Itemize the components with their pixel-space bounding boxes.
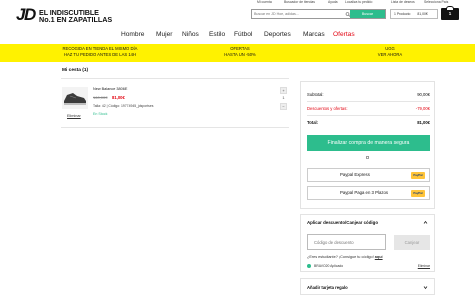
remove-item-link[interactable]: Eliminar [67, 114, 81, 118]
nav-marcas[interactable]: Marcas [303, 31, 325, 38]
qty-plus-button[interactable]: + [280, 87, 287, 94]
search-input[interactable] [254, 10, 344, 18]
gift-card-header: Añadir tarjeta regalo [307, 285, 348, 290]
old-price: 160,00€ [93, 95, 108, 100]
remove-code-link[interactable]: Eliminar [418, 264, 430, 268]
main-nav: Hombre Mujer Niños Estilo Fútbol Deporte… [0, 31, 475, 41]
product-image[interactable] [62, 87, 88, 109]
cart-total: 81,00€ [417, 12, 428, 16]
apply-code-button[interactable]: Canjear [394, 235, 430, 250]
paypal-3-label: Paypal Paga en 3 Plazos [340, 190, 389, 195]
discount-label: Descuentos y ofertas: [307, 106, 348, 111]
total-row: Total: 81,00€ [307, 120, 430, 125]
nav-ofertas[interactable]: Ofertas [333, 31, 355, 38]
logo-mark: JD [16, 5, 36, 24]
nav-deportes[interactable]: Deportes [264, 31, 291, 38]
discount-row: Descuentos y ofertas: -79,00€ [307, 106, 430, 111]
divider [61, 127, 289, 128]
country-select-link[interactable]: Selecciona País [424, 0, 448, 4]
chevron-down-icon[interactable] [423, 285, 428, 290]
promo-ugg[interactable]: UGG VER AHORA [340, 46, 440, 57]
divider [307, 115, 430, 116]
promo-banner: RECOGIDA EN TIENDA EL MISMO DÍA HAZ TU P… [0, 44, 475, 62]
product-name[interactable]: New Balance 3806E [93, 87, 127, 91]
stock-status: En Stock [93, 112, 108, 116]
promo-line: VER AHORA [377, 51, 403, 57]
bag-icon[interactable]: 1 [441, 6, 459, 20]
checkout-button[interactable]: Finalizar compra de manera segura [307, 135, 430, 151]
promo-ofertas[interactable]: OFERTAS HASTA UN -50% [190, 46, 290, 57]
discount-value: -79,00€ [415, 106, 430, 111]
help-link[interactable]: Ayuda [328, 0, 338, 4]
cart-title: Mi cesta (1) [62, 68, 89, 73]
nav-ninos[interactable]: Niños [182, 31, 199, 38]
check-icon [307, 264, 311, 268]
store-finder-link[interactable]: Buscador de tiendas [284, 0, 315, 4]
paypal-3-plazos-button[interactable]: Paypal Paga en 3 Plazos PayPal [307, 186, 430, 200]
discount-code-input[interactable] [307, 234, 386, 250]
promo-line: HAZ TU PEDIDO ANTES DE LAS 14H [63, 51, 137, 57]
discount-header[interactable]: Aplicar descuento/Canjear código [307, 220, 378, 225]
paypal-express-button[interactable]: Paypal Express PayPal [307, 168, 430, 182]
product-meta: Talla: 42 | Código: 19774945_jdsportses [93, 104, 154, 108]
subtotal-value: 90,00€ [417, 92, 430, 97]
quantity-stepper: + 1 − [280, 87, 287, 111]
divider [61, 78, 289, 79]
divider [307, 101, 430, 102]
header-cart-summary[interactable]: 1 Producto 81,00€ [390, 9, 438, 19]
student-link[interactable]: aquí [375, 255, 383, 259]
bag-count: 1 [448, 11, 452, 16]
gift-card-panel[interactable]: Añadir tarjeta regalo [300, 278, 435, 295]
applied-code: BRAVO20 Aplicado [314, 264, 344, 268]
sale-price: 81,00€ [112, 95, 125, 100]
promo-line: HASTA UN -50% [224, 51, 256, 57]
paypal-express-label: Paypal Express [340, 172, 370, 177]
paypal-logo-icon: PayPal [411, 172, 425, 179]
qty-value: 1 [280, 95, 287, 102]
total-label: Total: [307, 120, 319, 125]
nav-mujer[interactable]: Mujer [156, 31, 173, 38]
wishlist-link[interactable]: Lista de deseos [391, 0, 415, 4]
paypal-logo-icon: PayPal [411, 190, 425, 197]
cart-count-label: 1 Producto [394, 12, 411, 16]
promo-click-collect[interactable]: RECOGIDA EN TIENDA EL MISMO DÍA HAZ TU P… [30, 46, 170, 57]
site-logo[interactable]: JD EL INDISCUTIBLE No.1 EN ZAPATILLAS [16, 6, 126, 26]
my-account-link[interactable]: Mi cuenta [257, 0, 272, 4]
order-summary: Subtotal: 90,00€ Descuentos y ofertas: -… [300, 81, 435, 209]
student-promo-text: ¿Eres estudiante? ¡Consigue tu código! a… [307, 255, 383, 259]
student-text: ¿Eres estudiante? ¡Consigue tu código! [307, 255, 374, 259]
discount-panel: Aplicar descuento/Canjear código Canjear… [300, 214, 435, 272]
utility-bar: Mi cuenta Buscador de tiendas Ayuda Loca… [0, 0, 475, 5]
nav-hombre[interactable]: Hombre [121, 31, 144, 38]
logo-line-2: No.1 EN ZAPATILLAS [39, 15, 113, 24]
nav-futbol[interactable]: Fútbol [234, 31, 252, 38]
qty-minus-button[interactable]: − [280, 103, 287, 110]
subtotal-row: Subtotal: 90,00€ [307, 92, 430, 97]
nav-estilo[interactable]: Estilo [209, 31, 225, 38]
track-order-link[interactable]: Localiza tu pedido [345, 0, 372, 4]
total-value: 81,00€ [417, 120, 430, 125]
or-separator: O [365, 155, 370, 160]
search-button[interactable]: Buscar [350, 10, 385, 18]
search-bar: Buscar [251, 9, 386, 19]
chevron-up-icon[interactable] [423, 220, 428, 225]
subtotal-label: Subtotal: [307, 92, 324, 97]
